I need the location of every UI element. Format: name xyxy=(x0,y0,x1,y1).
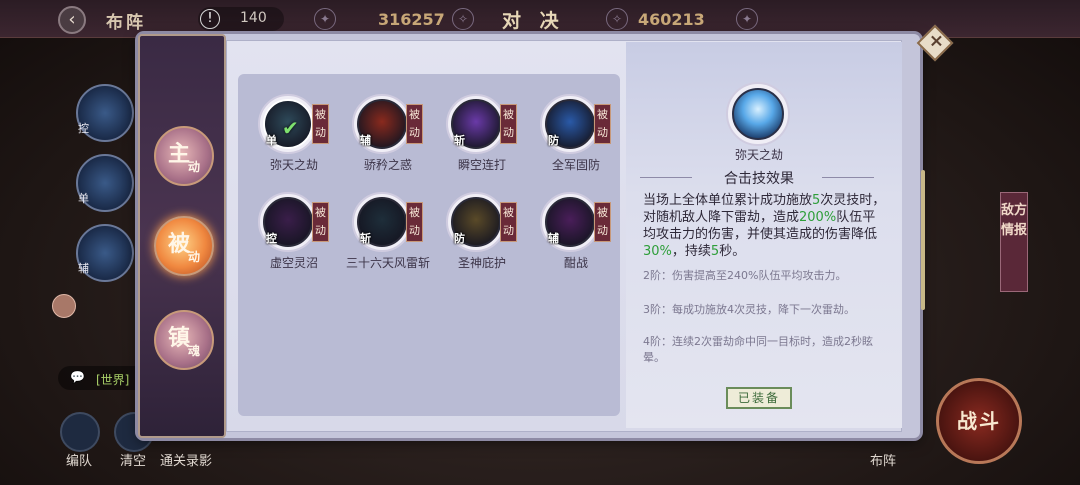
enemy-power: 460213 xyxy=(638,10,705,29)
alert-icon[interactable]: ! xyxy=(200,9,220,29)
passive-badge: 被动 xyxy=(312,202,329,242)
back-arrow-icon: ‹ xyxy=(68,9,76,30)
skill-card[interactable]: 斩 被动瞬空连打 xyxy=(434,92,532,182)
formation-slot[interactable]: 辅 xyxy=(76,224,134,282)
avatar[interactable] xyxy=(52,294,76,318)
checkmark-icon: ✔ xyxy=(282,116,299,140)
skill-name: 酣战 xyxy=(563,256,588,270)
passive-badge: 被动 xyxy=(312,104,329,144)
clear-label: 清空 xyxy=(120,454,147,469)
skill-role: 防 xyxy=(454,232,465,245)
skill-role: 斩 xyxy=(360,232,371,245)
skill-role: 斩 xyxy=(454,134,465,147)
chat-icon: 💬 xyxy=(70,370,85,384)
description-text: 当场上全体单位累计成功施放 xyxy=(643,193,813,208)
passive-badge: 被动 xyxy=(500,104,517,144)
skill-card[interactable]: 防 被动全军固防 xyxy=(528,92,626,182)
duel-title: 对 决 xyxy=(502,10,565,32)
skill-name: 瞬空连打 xyxy=(457,158,506,172)
detail-skill-name: 弥天之劫 xyxy=(734,148,783,162)
formation-slot[interactable]: 控 xyxy=(76,84,134,142)
player-emblem-icon: ✦ xyxy=(314,8,336,30)
highlight-value: 30% xyxy=(643,244,672,259)
skill-card[interactable]: 单 被动弥天之劫 ✔ xyxy=(246,92,344,182)
enemy-emblem-icon: ✦ xyxy=(736,8,758,30)
passive-badge: 被动 xyxy=(500,202,517,242)
skill-name: 三十六天风雷斩 xyxy=(345,256,430,270)
page-title: 布阵 xyxy=(106,13,146,33)
skill-role: 防 xyxy=(548,134,559,147)
player-power: 316257 xyxy=(378,10,445,29)
skill-description: 当场上全体单位累计成功施放5次灵技时，对随机敌人降下雷劫，造成200%队伍平均攻… xyxy=(643,192,887,260)
tab-label: 主 xyxy=(168,142,191,167)
tab-label-sub: 动 xyxy=(188,250,201,264)
formation-label[interactable]: 布阵 xyxy=(870,450,896,469)
divider xyxy=(640,177,692,178)
tier-3-text: 3阶：每成功施放4次灵技，降下一次雷劫。 xyxy=(643,303,855,316)
formation-slot[interactable]: 单 xyxy=(76,154,134,212)
skill-role: 控 xyxy=(266,232,277,245)
skill-name: 全军固防 xyxy=(551,158,600,172)
skill-card[interactable]: 辅 被动骄矜之惑 xyxy=(340,92,438,182)
back-button[interactable]: ‹ xyxy=(58,6,86,34)
equipped-button[interactable]: 已装备 xyxy=(726,387,792,409)
tab-passive-skill[interactable]: 被 动 xyxy=(154,216,214,276)
chat-channel: [世界] xyxy=(96,373,130,387)
divider xyxy=(822,177,874,178)
tab-label: 镇 xyxy=(168,326,191,351)
tab-active-skill[interactable]: 主 动 xyxy=(154,126,214,186)
skill-name: 圣神庇护 xyxy=(457,256,506,270)
tab-soul-skill[interactable]: 镇 魂 xyxy=(154,310,214,370)
crest-icon: ✧ xyxy=(452,8,474,30)
crest-icon: ✧ xyxy=(606,8,628,30)
skill-card[interactable]: 控 被动虚空灵沼 xyxy=(246,190,344,280)
passive-badge: 被动 xyxy=(406,202,423,242)
description-text: 秒。 xyxy=(719,244,746,259)
passive-badge: 被动 xyxy=(594,202,611,242)
skill-name: 弥天之劫 xyxy=(269,158,318,172)
energy-value: 140 xyxy=(240,10,267,26)
description-text: ，持续 xyxy=(671,244,711,259)
skill-role: 辅 xyxy=(360,134,371,147)
tier-2-text: 2阶：伤害提高至240%队伍平均攻击力。 xyxy=(643,269,847,282)
skill-card[interactable]: 辅 被动 酣战 xyxy=(528,190,626,280)
skill-name: 骄矜之惑 xyxy=(363,158,412,172)
enemy-info-button[interactable]: 敌方情报 xyxy=(1000,192,1028,292)
team-button[interactable] xyxy=(60,412,100,452)
highlight-value: 200% xyxy=(799,210,837,225)
lightning-skill-icon xyxy=(732,88,784,140)
passive-badge: 被动 xyxy=(406,104,423,144)
tier-4-text: 4阶：连续2次雷劫命中同一目标时，造成2秒眩晕。 xyxy=(643,335,873,364)
category-rail: 主 动 被 动 镇 魂 xyxy=(138,34,226,438)
skill-card[interactable]: 防 被动圣神庇护 xyxy=(434,190,532,280)
skill-role: 单 xyxy=(266,134,277,147)
close-icon: × xyxy=(928,30,944,52)
detail-header: 合击技效果 xyxy=(724,171,794,187)
highlight-value: 5 xyxy=(710,244,720,259)
slot-role: 控 xyxy=(78,122,89,135)
slot-role: 辅 xyxy=(78,262,89,275)
skill-card[interactable]: 斩 被动三十六天风雷斩 xyxy=(340,190,438,280)
passive-badge: 被动 xyxy=(594,104,611,144)
tab-label-sub: 魂 xyxy=(188,344,201,358)
tab-label-sub: 动 xyxy=(188,160,201,174)
tab-label: 被 xyxy=(168,232,191,257)
skill-role: 辅 xyxy=(548,232,559,245)
team-label: 编队 xyxy=(66,454,93,469)
fight-button[interactable]: 战斗 xyxy=(936,378,1022,464)
replay-label[interactable]: 通关录影 xyxy=(160,450,212,469)
skill-name: 虚空灵沼 xyxy=(269,256,318,270)
scrollbar[interactable] xyxy=(921,170,925,310)
slot-role: 单 xyxy=(78,192,89,205)
